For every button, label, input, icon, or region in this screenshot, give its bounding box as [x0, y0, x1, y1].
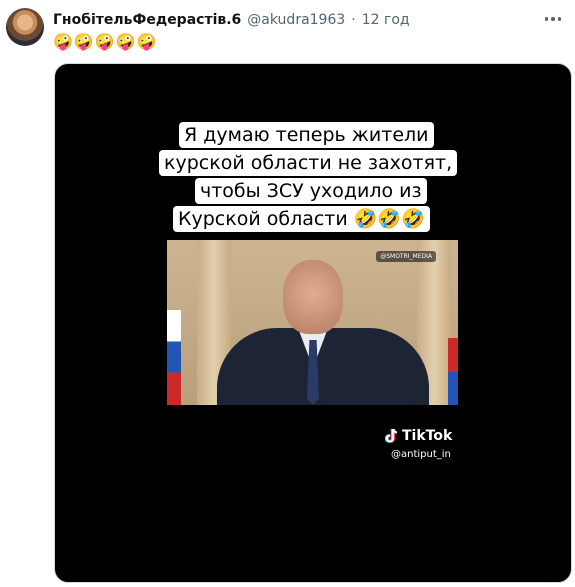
tiktok-logo-icon [385, 428, 398, 443]
tiktok-logo: TikTok [385, 428, 452, 444]
timestamp[interactable]: 12 год [362, 12, 410, 28]
tweet-header: ГнобітельФедерастів.6 @akudra1963 · 12 г… [53, 10, 535, 30]
more-options-icon[interactable] [541, 10, 565, 28]
separator-dot: · [351, 12, 356, 28]
display-name[interactable]: ГнобітельФедерастів.6 [53, 12, 241, 28]
caption-line-3: чтобы ЗСУ уходило из [195, 178, 427, 204]
video-watermark: @SMOTRI_MEDIA [376, 251, 436, 262]
flag-left [167, 310, 181, 405]
flag-right [448, 338, 458, 405]
caption-line-2: курской области не захотят, [159, 150, 458, 176]
person-head [283, 260, 343, 334]
caption-line-4: Курской области 🤣🤣🤣 [173, 206, 430, 232]
tiktok-wordmark: TikTok [402, 428, 453, 444]
video-frame: @SMOTRI_MEDIA [167, 240, 458, 405]
caption-line-1: Я думаю теперь жители [179, 122, 434, 148]
tiktok-handle: @antiput_in [391, 449, 451, 460]
video-player[interactable]: Я думаю теперь жители курской области не… [54, 63, 572, 583]
tweet-text: 🤪🤪🤪🤪🤪 [53, 32, 158, 51]
user-handle[interactable]: @akudra1963 [247, 12, 345, 28]
avatar[interactable] [6, 8, 44, 46]
